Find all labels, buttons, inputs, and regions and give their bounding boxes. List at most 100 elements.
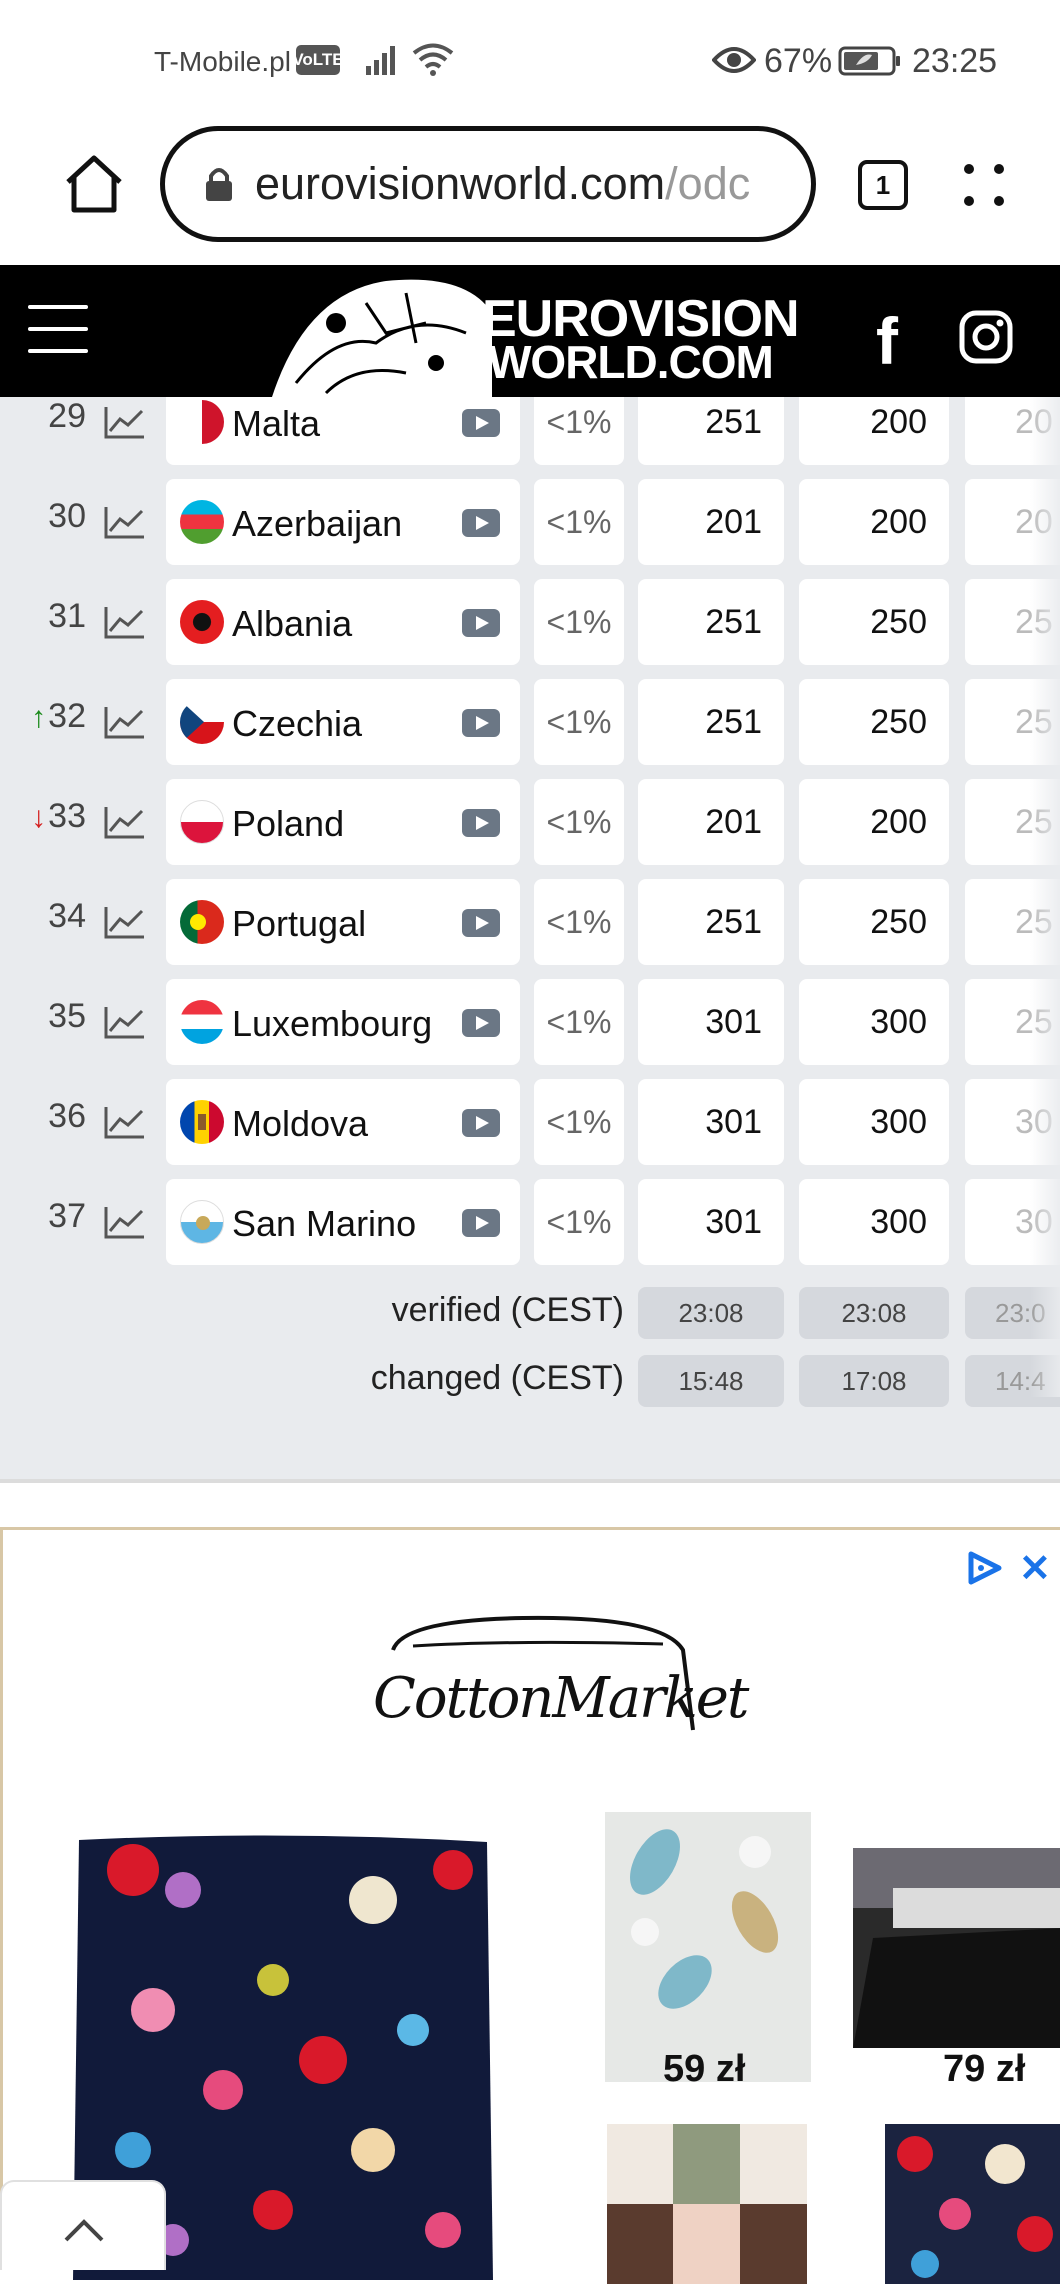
table-row: 35 Luxembourg <1% 301 300 25	[0, 979, 1060, 1079]
trend-chart-icon[interactable]	[104, 1205, 146, 1239]
country-name: San Marino	[232, 1203, 417, 1244]
trend-chart-icon[interactable]	[104, 1005, 146, 1039]
black-bedspread-image[interactable]	[853, 1848, 1060, 2048]
brand-name: CottonMarket	[373, 1666, 749, 1731]
odds-cell[interactable]: 301	[638, 1079, 784, 1165]
video-play-icon[interactable]	[462, 909, 500, 937]
country-name: Malta	[232, 403, 321, 444]
facebook-icon[interactable]: f	[876, 303, 898, 379]
odds-cell[interactable]: 301	[638, 1179, 784, 1265]
scroll-to-top-button[interactable]	[0, 2180, 166, 2270]
video-play-icon[interactable]	[462, 409, 500, 437]
odds-cell[interactable]: 200	[799, 779, 949, 865]
url-path: /odc	[665, 158, 751, 209]
trend-chart-icon[interactable]	[104, 705, 146, 739]
trend-chart-icon[interactable]	[104, 1105, 146, 1139]
changed-label: changed (CEST)	[370, 1359, 624, 1397]
video-play-icon[interactable]	[462, 609, 500, 637]
table-row: ↑32 Czechia <1% 251 250 25	[0, 679, 1060, 779]
country-cell[interactable]: Albania	[166, 579, 520, 665]
table-row: 36 Moldova <1% 301 300 30	[0, 1079, 1060, 1179]
win-percent: <1%	[534, 979, 624, 1065]
trend-chart-icon[interactable]	[104, 905, 146, 939]
flower-pattern-icon	[897, 2136, 1053, 2278]
odds-cell[interactable]: 251	[638, 879, 784, 965]
odds-cell[interactable]: 300	[799, 1079, 949, 1165]
video-play-icon[interactable]	[462, 1009, 500, 1037]
odds-cell[interactable]: 250	[799, 579, 949, 665]
table-row: ↓33 Poland <1% 201 200 25	[0, 779, 1060, 879]
menu-icon[interactable]	[28, 305, 88, 353]
trend-chart-icon[interactable]	[104, 805, 146, 839]
country-cell[interactable]: Luxembourg	[166, 979, 520, 1065]
lock-icon	[206, 168, 232, 201]
tab-switcher-button[interactable]: 1	[858, 160, 908, 210]
odds-cell[interactable]: 201	[638, 479, 784, 565]
odds-cell[interactable]: 201	[638, 779, 784, 865]
rank: 36	[48, 1097, 86, 1135]
ad-close-icon[interactable]: ✕	[1019, 1546, 1051, 1591]
odds-cell[interactable]: 251	[638, 679, 784, 765]
home-icon[interactable]	[62, 154, 126, 214]
win-percent: <1%	[534, 579, 624, 665]
floral-pillow-image[interactable]	[885, 2124, 1060, 2284]
malta-flag-icon	[180, 400, 224, 444]
video-play-icon[interactable]	[462, 809, 500, 837]
odds-cell[interactable]: 200	[799, 397, 949, 465]
country-cell[interactable]: Moldova	[166, 1079, 520, 1165]
country-name: Moldova	[232, 1103, 369, 1144]
changed-time: 17:08	[799, 1355, 949, 1407]
odds-cell[interactable]: 250	[799, 879, 949, 965]
video-play-icon[interactable]	[462, 509, 500, 537]
country-name: Luxembourg	[232, 1003, 433, 1044]
country-cell[interactable]: Malta	[166, 397, 520, 465]
czechia-flag-icon	[180, 700, 224, 744]
country-name: Czechia	[232, 703, 363, 744]
country-cell[interactable]: Poland	[166, 779, 520, 865]
scroll-fade	[1030, 397, 1060, 1397]
address-bar[interactable]: eurovisionworld.com/odc	[160, 126, 816, 242]
odds-cell[interactable]: 301	[638, 979, 784, 1065]
carrier-label: T-Mobile.pl	[154, 46, 291, 77]
instagram-icon[interactable]	[958, 309, 1014, 365]
albania-flag-icon	[180, 600, 224, 644]
country-cell[interactable]: Portugal	[166, 879, 520, 965]
country-name: Poland	[232, 803, 345, 844]
country-name: Albania	[232, 603, 353, 644]
patchwork-bedding-image[interactable]	[607, 2124, 807, 2284]
verified-label: verified (CEST)	[391, 1291, 624, 1329]
odds-cell[interactable]: 300	[799, 1179, 949, 1265]
site-logo[interactable]: EUROVISION WORLD.COM	[266, 273, 799, 397]
status-bar: T-Mobile.pl VoLTE 67% 23:25	[0, 0, 1060, 120]
country-cell[interactable]: Czechia	[166, 679, 520, 765]
rank: ↓33	[31, 797, 86, 835]
portugal-flag-icon	[180, 900, 224, 944]
more-options-icon[interactable]	[960, 160, 1006, 210]
country-cell[interactable]: Azerbaijan	[166, 479, 520, 565]
odds-cell[interactable]: 251	[638, 579, 784, 665]
video-play-icon[interactable]	[462, 709, 500, 737]
odds-cell[interactable]: 200	[799, 479, 949, 565]
trend-chart-icon[interactable]	[104, 405, 146, 439]
video-play-icon[interactable]	[462, 1109, 500, 1137]
rank: 37	[48, 1197, 86, 1235]
advertisement[interactable]: ✕ CottonMarket 59 zł 79 zł	[0, 1527, 1060, 2284]
win-percent: <1%	[534, 679, 624, 765]
adchoices-icon[interactable]	[965, 1550, 1005, 1586]
odds-cell[interactable]: 251	[638, 397, 784, 465]
trend-chart-icon[interactable]	[104, 605, 146, 639]
europe-map-icon	[272, 279, 492, 397]
video-play-icon[interactable]	[462, 1209, 500, 1237]
battery-icon	[838, 46, 900, 76]
odds-cell[interactable]: 300	[799, 979, 949, 1065]
patchwork-pattern-icon	[607, 2124, 807, 2284]
win-percent: <1%	[534, 779, 624, 865]
win-percent: <1%	[534, 1079, 624, 1165]
country-cell[interactable]: San Marino	[166, 1179, 520, 1265]
odds-cell[interactable]: 250	[799, 679, 949, 765]
win-percent: <1%	[534, 479, 624, 565]
trend-chart-icon[interactable]	[104, 505, 146, 539]
pastel-bedding-image[interactable]	[605, 1812, 811, 2082]
wifi-icon	[412, 43, 454, 76]
azerbaijan-flag-icon	[180, 500, 224, 544]
